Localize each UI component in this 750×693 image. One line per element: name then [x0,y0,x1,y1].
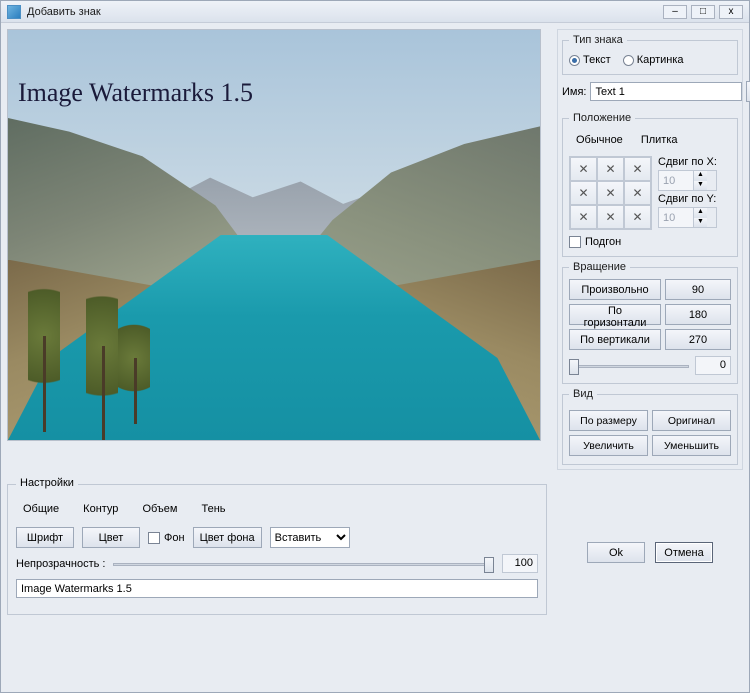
spin-up-icon[interactable]: ▲ [693,208,707,218]
maximize-button[interactable]: □ [691,5,715,19]
fit-label: Подгон [585,236,621,248]
flip-vertical-button[interactable]: По вертикали [569,329,661,350]
color-button[interactable]: Цвет [82,527,140,548]
rotation-value: 0 [695,356,731,375]
rotation-slider[interactable] [569,357,689,375]
titlebar: Добавить знак – □ x [1,1,749,23]
anchor-tc[interactable]: ✕ [597,157,624,181]
anchor-tl[interactable]: ✕ [570,157,597,181]
minimize-button[interactable]: – [663,5,687,19]
spin-down-icon[interactable]: ▼ [693,218,707,228]
shift-y-input[interactable] [659,208,693,227]
side-panel: Тип знака Текст Картинка Имя: Картинка [557,29,743,470]
shift-x-label: Сдвиг по X: [658,156,717,168]
fit-checkbox[interactable]: Подгон [569,236,731,248]
radio-icon [569,55,580,66]
anchor-mr[interactable]: ✕ [624,181,651,205]
rotate-270-button[interactable]: 270 [665,329,731,350]
dialog-window: Добавить знак – □ x Image Watermarks 1.5 [0,0,750,693]
tab-tile[interactable]: Плитка [634,130,685,150]
picture-button: Картинка [746,81,750,102]
checkbox-icon [569,236,581,248]
radio-icon [623,55,634,66]
zoom-out-button[interactable]: Уменьшить [652,435,731,456]
anchor-bl[interactable]: ✕ [570,205,597,229]
settings-group: Настройки Общие Контур Объем Тень Шрифт … [7,484,547,615]
settings-legend: Настройки [16,477,78,489]
anchor-bc[interactable]: ✕ [597,205,624,229]
zoom-in-button[interactable]: Увеличить [569,435,648,456]
rotate-arbitrary-button[interactable]: Произвольно [569,279,661,300]
font-button[interactable]: Шрифт [16,527,74,548]
view-group: Вид По размеру Оригинал Увеличить Уменьш… [562,388,738,465]
position-group: Положение Обычное Плитка ✕ ✕ ✕ ✕ ✕ ✕ ✕ ✕ [562,112,738,257]
rotate-180-button[interactable]: 180 [665,304,731,325]
type-text-radio[interactable]: Текст [569,54,611,66]
anchor-ml[interactable]: ✕ [570,181,597,205]
watermark-overlay: Image Watermarks 1.5 [18,78,253,108]
flip-horizontal-button[interactable]: По горизонтали [569,304,661,325]
preview-canvas: Image Watermarks 1.5 [7,29,541,441]
tab-volume[interactable]: Объем [135,499,184,519]
view-fit-button[interactable]: По размеру [569,410,648,431]
type-group: Тип знака Текст Картинка [562,34,738,75]
tab-normal[interactable]: Обычное [569,130,630,150]
anchor-grid: ✕ ✕ ✕ ✕ ✕ ✕ ✕ ✕ ✕ [569,156,652,230]
ok-button[interactable]: Ok [587,542,645,563]
watermark-text-input[interactable] [16,579,538,598]
insert-combo[interactable]: Вставить [270,527,350,548]
opacity-slider[interactable] [113,555,494,573]
position-legend: Положение [569,112,635,124]
type-picture-label: Картинка [637,54,684,66]
spin-down-icon[interactable]: ▼ [693,181,707,191]
tab-shadow[interactable]: Тень [194,499,232,519]
window-title: Добавить знак [27,6,659,18]
app-icon [7,5,21,19]
view-original-button[interactable]: Оригинал [652,410,731,431]
shift-x-input[interactable] [659,171,693,190]
name-label: Имя: [562,86,586,98]
rotation-group: Вращение Произвольно 90 По горизонтали 1… [562,261,738,384]
tab-common[interactable]: Общие [16,499,66,519]
rotation-legend: Вращение [569,261,630,273]
bgcolor-button[interactable]: Цвет фона [193,527,262,548]
checkbox-icon [148,532,160,544]
shift-x-spinner[interactable]: ▲▼ [658,170,717,191]
anchor-tr[interactable]: ✕ [624,157,651,181]
opacity-label: Непрозрачность : [16,558,105,570]
anchor-br[interactable]: ✕ [624,205,651,229]
close-button[interactable]: x [719,5,743,19]
type-text-label: Текст [583,54,611,66]
rotate-90-button[interactable]: 90 [665,279,731,300]
shift-y-spinner[interactable]: ▲▼ [658,207,717,228]
spin-up-icon[interactable]: ▲ [693,171,707,181]
type-picture-radio[interactable]: Картинка [623,54,684,66]
tab-contour[interactable]: Контур [76,499,125,519]
background-label: Фон [164,532,185,544]
background-checkbox[interactable]: Фон [148,532,185,544]
opacity-value: 100 [502,554,538,573]
shift-y-label: Сдвиг по Y: [658,193,717,205]
anchor-mc[interactable]: ✕ [597,181,624,205]
view-legend: Вид [569,388,597,400]
name-input[interactable] [590,82,742,101]
type-legend: Тип знака [569,34,627,46]
cancel-button[interactable]: Отмена [655,542,713,563]
